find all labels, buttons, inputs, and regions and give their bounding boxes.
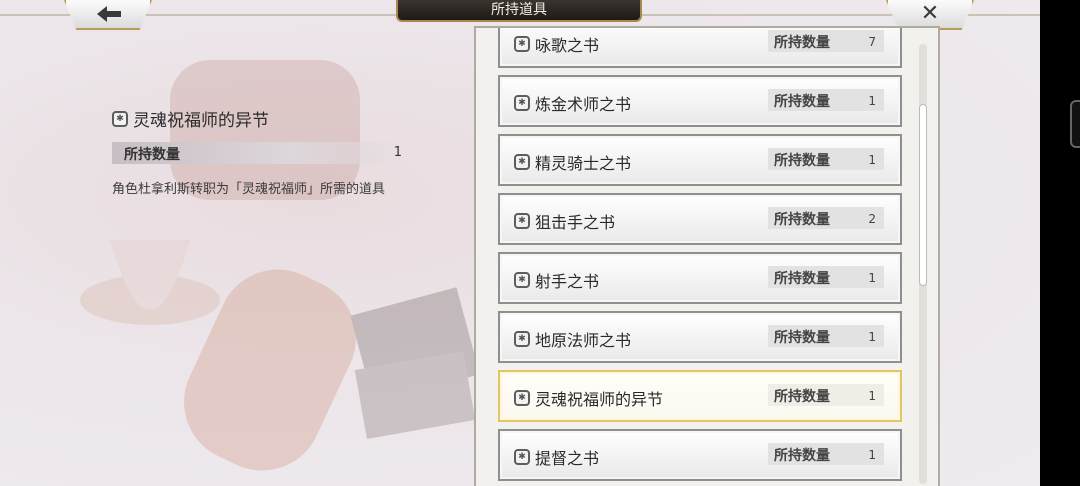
item-count-value: 1 [868, 153, 876, 167]
detail-title: ✱ 灵魂祝福师的异节 [112, 106, 269, 131]
item-label: 提督之书 [535, 449, 600, 468]
item-count-value: 1 [868, 389, 876, 403]
item-count-label: 所持数量 [774, 94, 830, 110]
item-name: ✱ 提督之书 [514, 445, 599, 469]
item-name: ✱ 灵魂祝福师的异节 [514, 386, 663, 410]
item-name: ✱ 地原法师之书 [514, 327, 631, 351]
item-count-label: 所持数量 [774, 330, 830, 346]
item-label: 咏歌之书 [535, 36, 600, 55]
item-count-value: 7 [868, 35, 876, 49]
item-name: ✱ 炼金术师之书 [514, 91, 631, 115]
item-count-value: 1 [868, 271, 876, 285]
book-icon: ✱ [514, 213, 530, 229]
list-item[interactable]: ✱ 咏歌之书 所持数量 7 [498, 28, 902, 68]
item-name: ✱ 狙击手之书 [514, 209, 615, 233]
scrollbar-thumb[interactable] [919, 104, 927, 286]
book-icon: ✱ [514, 154, 530, 170]
list-item[interactable]: ✱ 射手之书 所持数量 1 [498, 252, 902, 304]
device-edge [1040, 0, 1080, 486]
book-icon: ✱ [514, 449, 530, 465]
item-count-bar: 所持数量 1 [768, 325, 884, 347]
item-count-bar: 所持数量 7 [768, 30, 884, 52]
item-count-value: 2 [868, 212, 876, 226]
item-count-label: 所持数量 [774, 153, 830, 169]
item-label: 精灵骑士之书 [535, 154, 632, 173]
detail-count-label: 所持数量 [124, 147, 180, 163]
item-count-value: 1 [868, 94, 876, 108]
list-item[interactable]: ✱ 灵魂祝福师的异节 所持数量 1 [498, 370, 902, 422]
detail-count-value: 1 [393, 145, 402, 160]
item-label: 地原法师之书 [535, 331, 632, 350]
list-item[interactable]: ✱ 提督之书 所持数量 1 [498, 429, 902, 481]
device-notch [1070, 100, 1080, 148]
item-count-bar: 所持数量 1 [768, 384, 884, 406]
item-name: ✱ 精灵骑士之书 [514, 150, 631, 174]
item-label: 炼金术师之书 [535, 95, 632, 114]
item-label: 狙击手之书 [535, 213, 616, 232]
book-icon: ✱ [112, 110, 128, 127]
item-count-bar: 所持数量 1 [768, 266, 884, 288]
book-icon: ✱ [514, 331, 530, 347]
item-name: ✱ 咏歌之书 [514, 32, 599, 56]
list-item[interactable]: ✱ 狙击手之书 所持数量 2 [498, 193, 902, 245]
page-title: 所持道具 [396, 0, 642, 22]
item-count-label: 所持数量 [774, 212, 830, 228]
item-label: 灵魂祝福师的异节 [535, 390, 664, 409]
item-list-panel[interactable]: ✱ 咏歌之书 所持数量 7 ✱ 炼金术师之书 所持数量 1 ✱ 精灵骑士之书 所持数量 1 ✱ 狙击手之书… [474, 26, 940, 486]
arrow-left-icon [97, 6, 121, 22]
book-icon: ✱ [514, 390, 530, 406]
book-icon: ✱ [514, 95, 530, 111]
book-icon: ✱ [514, 36, 530, 52]
close-icon: ✕ [920, 1, 940, 26]
book-icon: ✱ [514, 272, 530, 288]
item-count-value: 1 [868, 330, 876, 344]
item-count-value: 1 [868, 448, 876, 462]
item-count-label: 所持数量 [774, 448, 830, 464]
item-count-bar: 所持数量 2 [768, 207, 884, 229]
item-count-label: 所持数量 [774, 389, 830, 405]
item-name: ✱ 射手之书 [514, 268, 599, 292]
item-count-bar: 所持数量 1 [768, 89, 884, 111]
detail-item-name: 灵魂祝福师的异节 [133, 111, 269, 131]
item-label: 射手之书 [535, 272, 600, 291]
list-item[interactable]: ✱ 地原法师之书 所持数量 1 [498, 311, 902, 363]
detail-description: 角色杜拿利斯转职为「灵魂祝福师」所需的道具 [112, 182, 386, 197]
item-count-bar: 所持数量 1 [768, 148, 884, 170]
item-count-label: 所持数量 [774, 271, 830, 287]
back-button[interactable] [64, 0, 152, 30]
list-item[interactable]: ✱ 炼金术师之书 所持数量 1 [498, 75, 902, 127]
detail-count-bar: 所持数量 1 [112, 142, 412, 164]
list-item[interactable]: ✱ 精灵骑士之书 所持数量 1 [498, 134, 902, 186]
item-count-bar: 所持数量 1 [768, 443, 884, 465]
item-count-label: 所持数量 [774, 35, 830, 51]
